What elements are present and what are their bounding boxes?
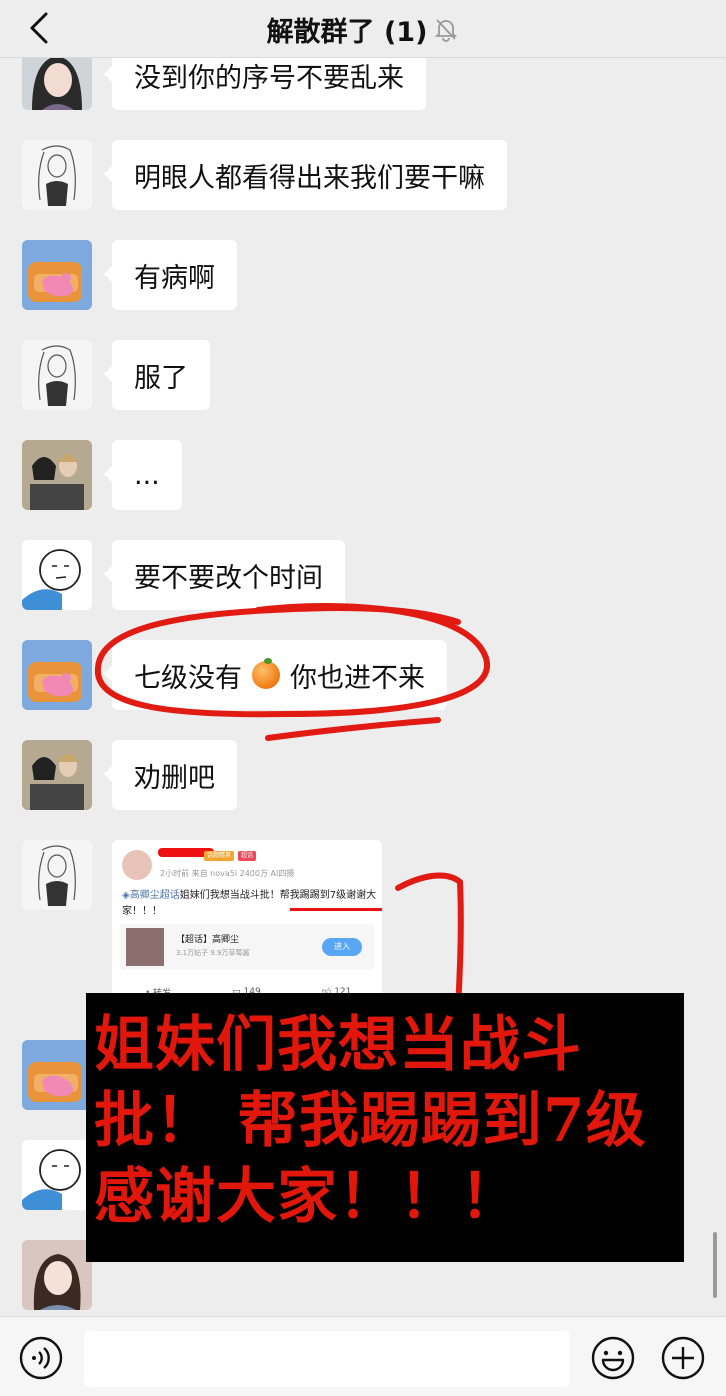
input-bar	[0, 1316, 726, 1396]
topic-box[interactable]: 【超话】高卿尘 3.1万帖子 9.9万草莓酱 进入	[120, 924, 374, 970]
chat-header: 解散群了 (1)	[0, 0, 726, 58]
chat-title: 解散群了 (1)	[266, 16, 428, 48]
voice-icon[interactable]	[18, 1335, 64, 1381]
message-bubble[interactable]: 明眼人都看得出来我们要干嘛	[104, 140, 507, 210]
caption-line: 感谢大家！！！	[94, 1162, 521, 1232]
topic-tag[interactable]: ◈高卿尘超话	[122, 890, 180, 901]
topic-stats: 3.1万帖子 9.9万草莓酱	[176, 949, 250, 957]
enter-button[interactable]: 进入	[322, 938, 362, 956]
badge: 话题精英	[204, 851, 235, 861]
post-meta: 2小时前 来自 nova5i 2400万 AI四摄	[160, 869, 295, 878]
avatar-two-people-photo[interactable]	[22, 740, 92, 810]
avatar-sketch-woman[interactable]	[22, 140, 92, 210]
message-input[interactable]	[84, 1331, 570, 1387]
message-row: 劝删吧	[0, 740, 726, 812]
scrollbar[interactable]	[713, 1232, 717, 1298]
avatar-face-cartoon[interactable]	[22, 540, 92, 610]
avatar-sketch-woman[interactable]	[22, 840, 92, 910]
message-bubble[interactable]: ...	[104, 440, 182, 510]
topic-title: 【超话】高卿尘	[176, 935, 240, 945]
badge: 超话	[238, 851, 257, 861]
emoji-icon[interactable]	[590, 1335, 636, 1381]
message-row: 服了	[0, 340, 726, 412]
avatar-girl-photo[interactable]	[22, 58, 92, 110]
chevron-left-icon[interactable]	[22, 10, 58, 46]
avatar-girl-photo[interactable]	[22, 1240, 92, 1310]
red-circle-annotation	[94, 602, 491, 741]
message-bubble[interactable]: 劝删吧	[104, 740, 237, 810]
topic-thumbnail	[126, 928, 164, 966]
post-text: ◈高卿尘超话姐妹们我想当战斗批！帮我踢踢到7级谢谢大家！！！	[122, 888, 377, 920]
avatar-sofa-cartoon[interactable]	[22, 640, 92, 710]
message-bubble[interactable]: 有病啊	[104, 240, 237, 310]
avatar-sofa-cartoon[interactable]	[22, 1040, 92, 1110]
message-row: 明眼人都看得出来我们要干嘛	[0, 140, 726, 212]
poster-avatar	[122, 850, 152, 880]
bell-off-icon	[435, 19, 458, 42]
caption-line: 姐妹们我想当战斗	[94, 1010, 582, 1080]
caption-overlay: 姐妹们我想当战斗 批！ 帮我踢踢到7级 感谢大家！！！	[86, 993, 684, 1262]
message-row: 没到你的序号不要乱来	[0, 58, 726, 112]
caption-line: 批！ 帮我踢踢到7级	[94, 1086, 647, 1156]
avatar-sketch-woman[interactable]	[22, 340, 92, 410]
red-underline	[290, 908, 382, 911]
message-row: 有病啊	[0, 240, 726, 312]
avatar-two-people-photo[interactable]	[22, 440, 92, 510]
message-bubble[interactable]: 服了	[104, 340, 210, 410]
avatar-face-cartoon[interactable]	[22, 1140, 92, 1210]
avatar-sofa-cartoon[interactable]	[22, 240, 92, 310]
shared-post-card[interactable]: 话题精英 超话 2小时前 来自 nova5i 2400万 AI四摄 ◈高卿尘超话…	[112, 840, 382, 1010]
plus-icon[interactable]	[660, 1335, 706, 1381]
message-bubble[interactable]: 没到你的序号不要乱来	[104, 58, 426, 110]
message-row: ...	[0, 440, 726, 512]
